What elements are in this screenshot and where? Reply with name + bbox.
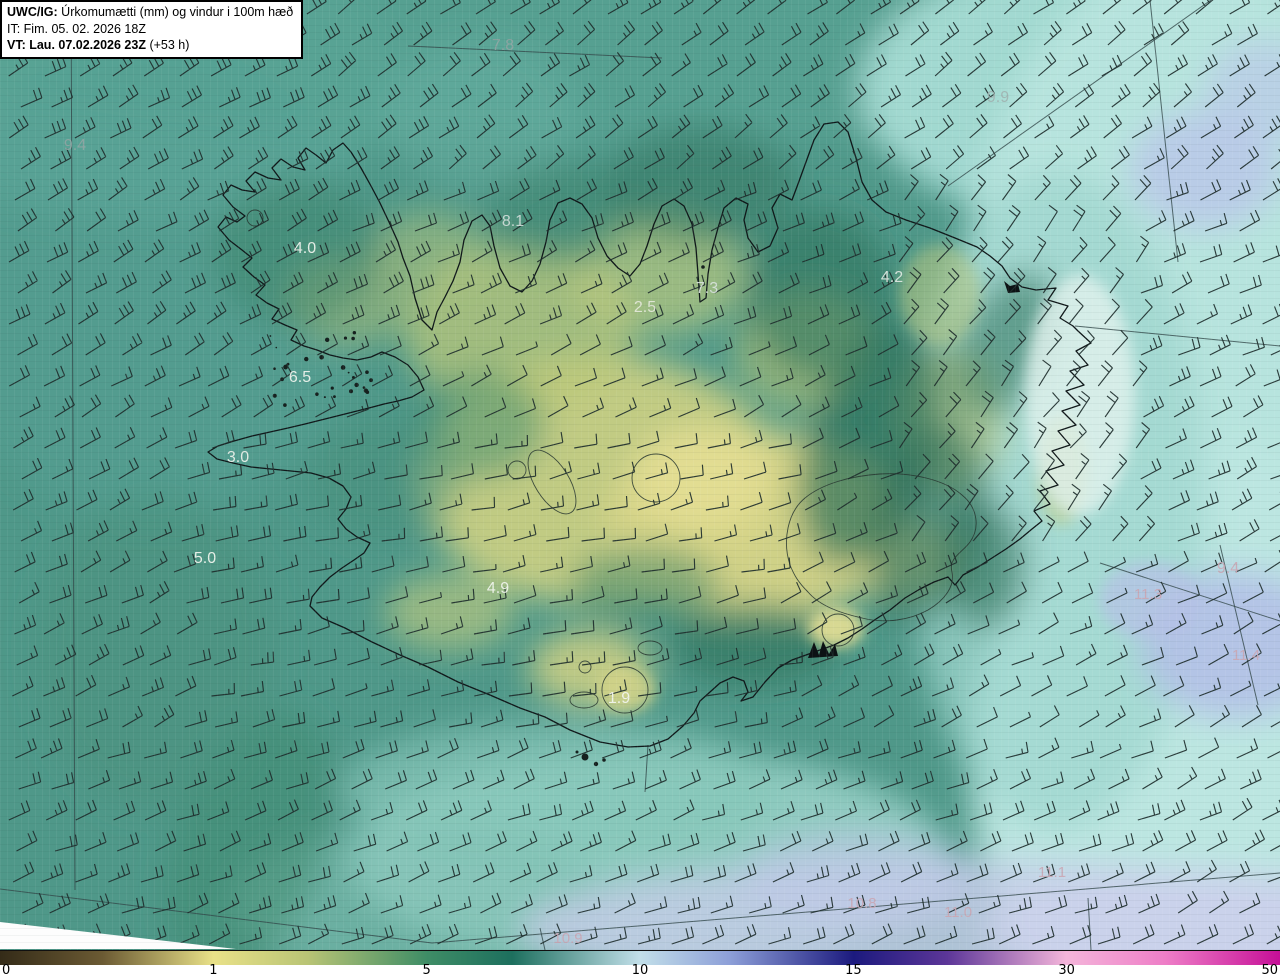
colorbar: 0 1 5 10 15 30 50 [0, 950, 1280, 978]
precip-point-label: 3.0 [227, 449, 249, 466]
valid-time-bold: VT: Lau. 07.02.2026 23Z [7, 38, 146, 52]
precip-point-label: 4.9 [487, 580, 509, 597]
precip-point-label: 1.9 [608, 690, 630, 707]
title-line-product: UWC/IG: Úrkomumætti (mm) og vindur i 100… [7, 4, 293, 21]
colorbar-tick: 5 [422, 963, 431, 978]
precip-point-label: 7.8 [492, 37, 514, 54]
lead-time: (+53 h) [149, 38, 190, 52]
valid-time-line: VT: Lau. 07.02.2026 23Z (+53 h) [7, 37, 293, 54]
title-box: UWC/IG: Úrkomumætti (mm) og vindur i 100… [0, 0, 304, 59]
weather-map-app: 9.4 7.8 9.9 8.1 4.0 7.3 2.5 4.2 6.5 3.0 5.0 4.9 1.9 9… [0, 0, 1280, 978]
precip-point-label: 6.5 [289, 369, 311, 386]
precip-point-label: 9.4 [64, 137, 86, 154]
precip-point-label: 11.4 [1232, 647, 1260, 664]
init-time-line: IT: Fim. 05. 02. 2026 18Z [7, 21, 146, 36]
precip-point-label: 11.0 [944, 904, 972, 921]
precip-point-label: 11.3 [1134, 586, 1162, 603]
colorbar-tick: 15 [845, 963, 862, 978]
precip-point-label: 4.0 [294, 240, 316, 257]
precip-point-label: 11.1 [1038, 864, 1066, 881]
page-title: Úrkomumætti (mm) og vindur i 100m hæð [61, 5, 294, 19]
precip-point-label: 7.3 [696, 280, 718, 297]
colorbar-tick: 1 [209, 963, 218, 978]
precip-point-label: 10.8 [847, 895, 876, 912]
precip-point-label: 10.9 [553, 930, 582, 947]
product-code: UWC/IG: [7, 5, 58, 19]
precip-point-label: 9.4 [1217, 560, 1239, 577]
colorbar-tick: 30 [1058, 963, 1075, 978]
colorbar-tick: 0 [2, 963, 11, 978]
colorbar-tick: 50 [1261, 963, 1278, 978]
colorbar-tick-labels: 0 1 5 10 15 30 50 [0, 963, 1280, 978]
map-canvas: 9.4 7.8 9.9 8.1 4.0 7.3 2.5 4.2 6.5 3.0 5.0 4.9 1.9 9… [0, 0, 1280, 950]
precip-point-label: 4.2 [881, 269, 903, 286]
precip-point-label: 5.0 [194, 550, 216, 567]
precip-point-label: 8.1 [502, 213, 524, 230]
colorbar-tick: 10 [631, 963, 649, 978]
precip-point-label: 2.5 [634, 299, 656, 316]
precip-point-label: 9.9 [987, 89, 1009, 106]
